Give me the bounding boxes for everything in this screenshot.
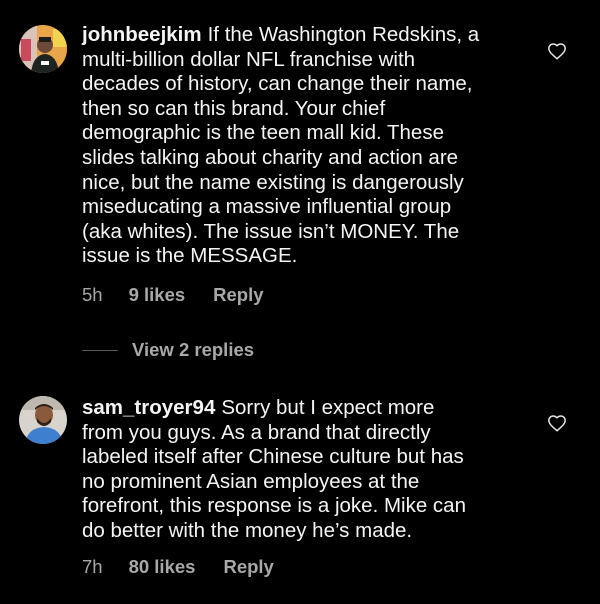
comment-text: If the Washington Redskins, a multi-bill… (82, 23, 480, 268)
view-replies-label[interactable]: View 2 replies (132, 339, 254, 361)
comment-time: 7h (82, 556, 103, 577)
comment-likes[interactable]: 80 likes (129, 556, 196, 578)
avatar-image (19, 396, 67, 444)
reply-button[interactable]: Reply (223, 556, 273, 578)
comment-username[interactable]: johnbeejkim (82, 23, 202, 46)
comment-body: johnbeejkim If the Washington Redskins, a… (82, 23, 527, 269)
view-replies-button[interactable]: View 2 replies (82, 338, 254, 362)
comment-meta: 7h 80 likes Reply (82, 556, 274, 578)
comment-meta: 5h 9 likes Reply (82, 284, 264, 306)
avatar[interactable] (19, 25, 67, 73)
reply-button[interactable]: Reply (213, 284, 263, 306)
comment-body: sam_troyer94 Sorry but I expect more from… (82, 396, 527, 544)
comment-time: 5h (82, 284, 103, 305)
comment-likes[interactable]: 9 likes (129, 284, 186, 306)
heart-outline-icon[interactable] (547, 414, 567, 432)
comment-username[interactable]: sam_troyer94 (82, 396, 215, 419)
divider (82, 349, 118, 351)
avatar[interactable] (19, 396, 67, 444)
heart-outline-icon[interactable] (547, 42, 567, 60)
avatar-image (19, 25, 67, 73)
